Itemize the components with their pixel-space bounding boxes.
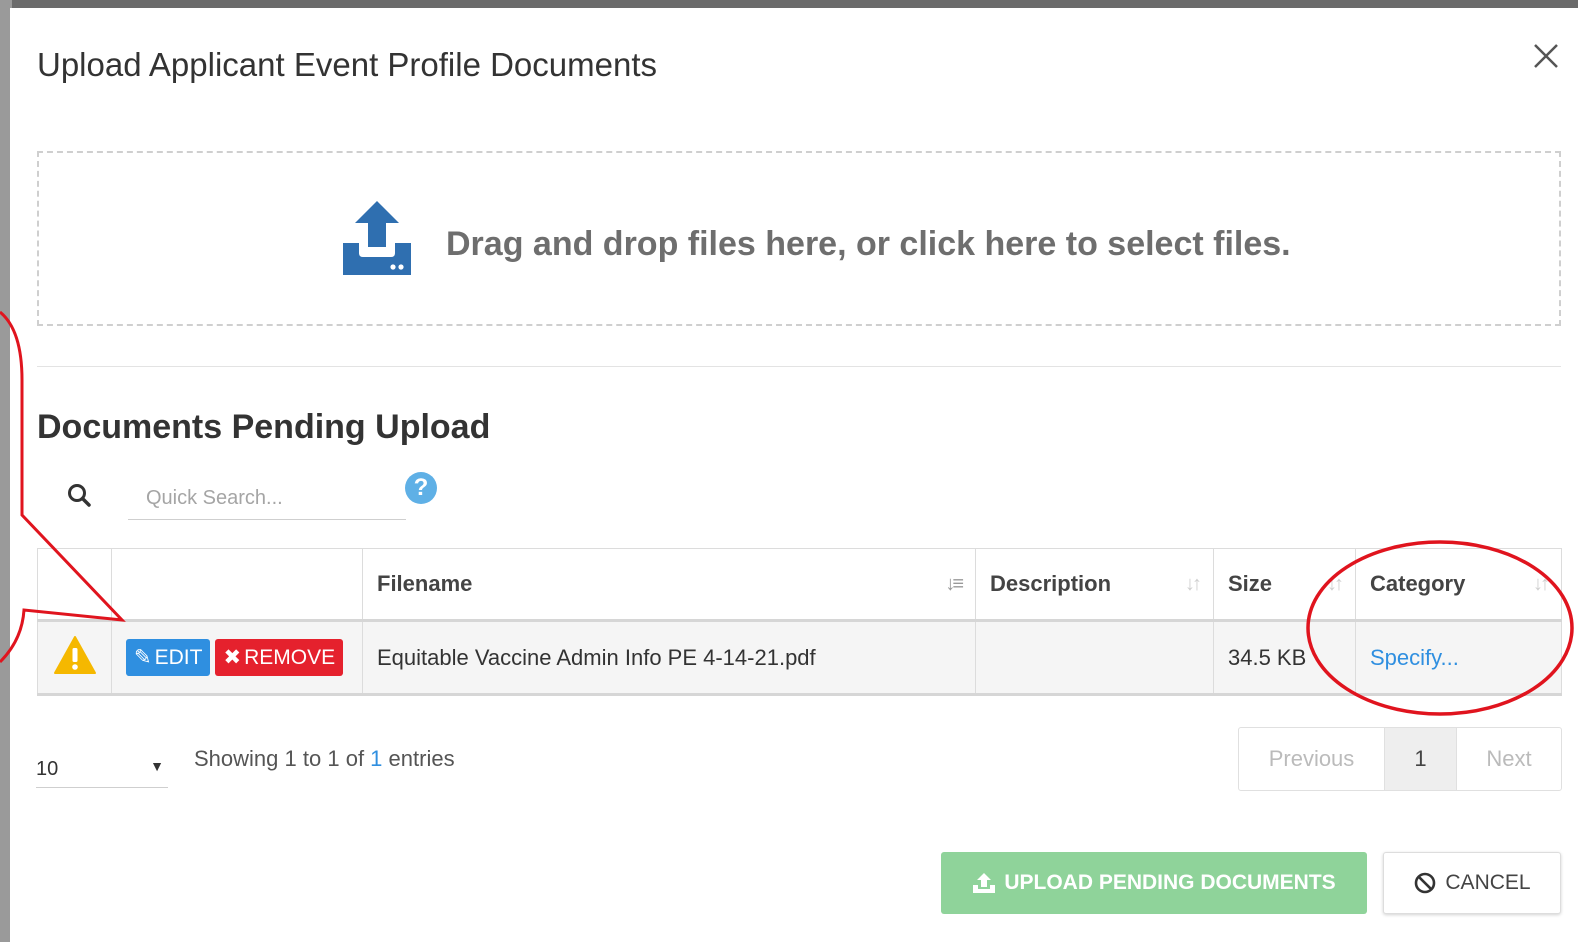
help-circle-icon[interactable]: ?: [405, 472, 437, 504]
warning-icon: [53, 635, 97, 680]
section-divider: [37, 366, 1561, 367]
modal-title: Upload Applicant Event Profile Documents: [37, 46, 658, 83]
info-total: 1: [370, 746, 383, 771]
column-header-label: Size: [1228, 571, 1273, 596]
x-icon: ✖: [223, 646, 242, 669]
status-cell: [37, 620, 112, 695]
info-of-word: of: [339, 746, 371, 771]
sort-icon: ↓↑: [1327, 573, 1344, 595]
column-header-description[interactable]: Description ↓↑: [975, 548, 1214, 621]
info-suffix: entries: [382, 746, 455, 771]
remove-button[interactable]: ✖ REMOVE: [215, 639, 344, 676]
table-row: ✎ EDIT ✖ REMOVE Equitable Vaccine Admin Inf…: [37, 620, 1562, 695]
info-prefix: Showing: [194, 746, 285, 771]
category-cell: Specify...: [1355, 620, 1562, 695]
info-to: 1: [327, 746, 340, 771]
size-cell: 34.5 KB: [1213, 620, 1356, 695]
quick-search-input[interactable]: [128, 478, 406, 520]
upload-documents-modal: Upload Applicant Event Profile Documents…: [10, 8, 1578, 942]
cancel-button[interactable]: CANCEL: [1383, 852, 1561, 914]
description-cell: [975, 620, 1214, 695]
dropzone-text: Drag and drop files here, or click here …: [446, 225, 1291, 263]
upload-tray-icon: [341, 199, 413, 277]
sort-icon: ↓↑: [1185, 573, 1202, 595]
pagination: Previous 1 Next: [1238, 727, 1562, 791]
upload-label: UPLOAD PENDING DOCUMENTS: [1004, 871, 1336, 894]
column-header-label: Description: [990, 571, 1112, 596]
table-info: Showing 1 to 1 of 1 entries: [194, 746, 455, 772]
caret-down-icon: ▼: [150, 758, 164, 774]
sort-icon: ↓↑: [1533, 573, 1550, 595]
next-page-button[interactable]: Next: [1457, 728, 1561, 790]
specify-category-link[interactable]: Specify...: [1370, 645, 1459, 670]
info-from: 1: [284, 746, 297, 771]
close-icon[interactable]: [1526, 36, 1566, 76]
column-header-category[interactable]: Category ↓↑: [1355, 548, 1562, 621]
info-to-word: to: [296, 746, 328, 771]
remove-label: REMOVE: [244, 646, 336, 669]
file-dropzone[interactable]: Drag and drop files here, or click here …: [37, 151, 1561, 326]
search-icon: [66, 482, 92, 508]
row-actions-cell: ✎ EDIT ✖ REMOVE: [111, 620, 363, 695]
cancel-label: CANCEL: [1445, 871, 1531, 894]
upload-pending-documents-button[interactable]: UPLOAD PENDING DOCUMENTS: [941, 852, 1367, 914]
previous-page-button[interactable]: Previous: [1239, 728, 1385, 790]
filename-cell: Equitable Vaccine Admin Info PE 4-14-21.…: [362, 620, 976, 695]
pending-section-title: Documents Pending Upload: [37, 408, 491, 446]
column-header-label: Category: [1370, 571, 1466, 596]
column-header-actions: [111, 548, 363, 621]
column-header-status: [37, 548, 112, 621]
edit-label: EDIT: [154, 646, 203, 669]
column-header-size[interactable]: Size ↓↑: [1213, 548, 1356, 621]
upload-icon: [973, 873, 996, 893]
page-length-select[interactable]: 10 ▼: [36, 746, 168, 788]
pencil-icon: ✎: [134, 646, 152, 669]
page-length-value: 10: [36, 758, 59, 780]
edit-button[interactable]: ✎ EDIT: [126, 639, 211, 676]
sort-ascending-icon: ↓≡: [945, 573, 964, 595]
table-header-row: Filename ↓≡ Description ↓↑ Size ↓↑ Category…: [37, 548, 1562, 621]
column-header-filename[interactable]: Filename ↓≡: [362, 548, 976, 621]
page-number-button[interactable]: 1: [1385, 728, 1457, 790]
column-header-label: Filename: [377, 571, 473, 596]
pending-documents-table: Filename ↓≡ Description ↓↑ Size ↓↑ Category…: [37, 548, 1562, 696]
ban-icon: [1415, 872, 1436, 894]
